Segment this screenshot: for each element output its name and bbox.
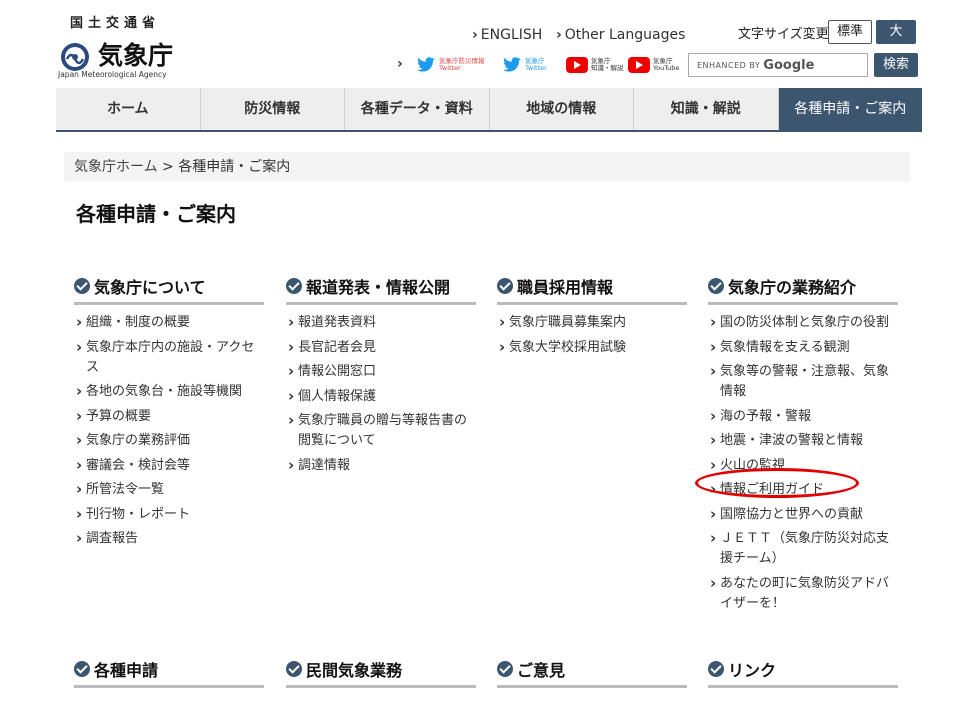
other-languages-link[interactable]: › Other Languages [556, 27, 685, 43]
list-item[interactable]: 各地の気象台・施設等機関 [74, 381, 264, 402]
list-item[interactable]: 気象大学校採用試験 [497, 337, 687, 358]
section-heading[interactable]: ご意見 [497, 657, 687, 688]
english-link[interactable]: › ENGLISH [472, 27, 542, 43]
agency-english-name: Japan Meteorological Agency [58, 70, 167, 79]
youtube-play-icon [566, 57, 588, 73]
list-item[interactable]: 国の防災体制と気象庁の役割 [708, 312, 898, 333]
check-circle-icon [497, 661, 513, 677]
list-item[interactable]: 組織・制度の概要 [74, 312, 264, 333]
section-jma-services: 気象庁の業務紹介 国の防災体制と気象庁の役割 気象情報を支える観測 気象等の警報… [708, 274, 898, 618]
check-circle-icon [286, 661, 302, 677]
list-item[interactable]: 気象庁職員募集案内 [497, 312, 687, 333]
nav-knowledge[interactable]: 知識・解説 [634, 88, 779, 130]
check-circle-icon [497, 278, 513, 294]
nav-applications[interactable]: 各種申請・ご案内 [778, 88, 922, 130]
list-item[interactable]: 気象庁本庁内の施設・アクセス [74, 337, 264, 378]
twitter-bird-icon [503, 57, 521, 72]
list-item[interactable]: 報道発表資料 [286, 312, 476, 333]
jma-youtube-link[interactable]: 気象庁 YouTube [628, 54, 679, 76]
section-heading[interactable]: リンク [708, 657, 898, 688]
font-size-large-button[interactable]: 大 [876, 20, 916, 44]
search-button[interactable]: 検索 [874, 53, 918, 77]
breadcrumb: 気象庁ホーム > 各種申請・ご案内 [64, 152, 910, 182]
google-logo: Google [763, 57, 815, 73]
section-private-weather: 民間気象業務 [286, 657, 476, 688]
list-item[interactable]: 情報公開窓口 [286, 361, 476, 382]
chevron-right-icon: › [556, 27, 562, 43]
check-circle-icon [286, 278, 302, 294]
list-item[interactable]: 調査報告 [74, 528, 264, 549]
font-size-label: 文字サイズ変更 [738, 27, 829, 42]
jma-bousai-twitter-link[interactable]: 気象庁防災情報 Twitter [416, 54, 485, 76]
section-heading[interactable]: 各種申請 [74, 657, 264, 688]
section-feedback: ご意見 [497, 657, 687, 688]
list-item[interactable]: 所管法令一覧 [74, 479, 264, 500]
nav-disaster-info[interactable]: 防災情報 [201, 88, 345, 130]
youtube-play-icon [628, 57, 650, 73]
list-item[interactable]: 気象等の警報・注意報、気象情報 [708, 361, 898, 402]
list-item[interactable]: 海の予報・警報 [708, 406, 898, 427]
nav-regional[interactable]: 地域の情報 [490, 88, 634, 130]
check-circle-icon [708, 661, 724, 677]
list-item[interactable]: ＪＥＴＴ（気象庁防災対応支援チーム） [708, 528, 898, 569]
section-applications: 各種申請 [74, 657, 264, 688]
ministry-name: 国土交通省 [70, 16, 161, 31]
list-item[interactable]: 刊行物・レポート [74, 504, 264, 525]
list-item[interactable]: 長官記者会見 [286, 337, 476, 358]
list-item[interactable]: 予算の概要 [74, 406, 264, 427]
site-header: 国土交通省 気象庁 Japan Meteorological Agency › E… [56, 8, 922, 88]
section-heading[interactable]: 報道発表・情報公開 [286, 274, 476, 305]
agency-name: 気象庁 [98, 41, 174, 70]
chevron-right-icon: › [397, 56, 403, 72]
section-about-jma: 気象庁について 組織・制度の概要 気象庁本庁内の施設・アクセス 各地の気象台・施… [74, 274, 264, 554]
jma-logo[interactable]: 国土交通省 気象庁 Japan Meteorological Agency [56, 8, 186, 84]
nav-home[interactable]: ホーム [56, 88, 201, 130]
check-circle-icon [74, 278, 90, 294]
twitter-bird-icon [417, 57, 435, 72]
breadcrumb-home-link[interactable]: 気象庁ホーム [74, 159, 158, 175]
global-nav: ホーム 防災情報 各種データ・資料 地域の情報 知識・解説 各種申請・ご案内 [56, 88, 922, 132]
section-recruitment: 職員採用情報 気象庁職員募集案内 気象大学校採用試験 [497, 274, 687, 362]
nav-data[interactable]: 各種データ・資料 [345, 88, 490, 130]
jma-twitter-link[interactable]: 気象庁 Twitter [502, 54, 547, 76]
list-item[interactable]: 国際協力と世界への貢献 [708, 504, 898, 525]
check-circle-icon [708, 278, 724, 294]
site-search-input[interactable]: ENHANCED BY Google [688, 53, 868, 77]
check-circle-icon [74, 661, 90, 677]
font-size-standard-button[interactable]: 標準 [828, 20, 872, 44]
breadcrumb-separator: > [162, 159, 174, 175]
jma-emblem-icon [61, 43, 89, 71]
list-item[interactable]: あなたの町に気象防災アドバイザーを！ [708, 573, 898, 614]
list-item[interactable]: 気象情報を支える観測 [708, 337, 898, 358]
list-item[interactable]: 個人情報保護 [286, 386, 476, 407]
list-item[interactable]: 調達情報 [286, 455, 476, 476]
breadcrumb-current: 各種申請・ご案内 [178, 159, 291, 175]
list-item[interactable]: 気象庁の業務評価 [74, 430, 264, 451]
info-usage-guide-link[interactable]: 情報ご利用ガイド [708, 479, 898, 500]
list-item[interactable]: 地震・津波の警報と情報 [708, 430, 898, 451]
list-item[interactable]: 火山の監視 [708, 455, 898, 476]
list-item[interactable]: 気象庁職員の贈与等報告書の閲覧について [286, 410, 476, 451]
section-heading[interactable]: 気象庁について [74, 274, 264, 305]
section-press-disclosure: 報道発表・情報公開 報道発表資料 長官記者会見 情報公開窓口 個人情報保護 気象… [286, 274, 476, 480]
section-heading[interactable]: 職員採用情報 [497, 274, 687, 305]
section-links: リンク [708, 657, 898, 688]
jma-youtube-knowledge-link[interactable]: 気象庁 知識・解説 [566, 54, 624, 76]
page-title: 各種申請・ご案内 [76, 202, 236, 226]
chevron-right-icon: › [472, 27, 478, 43]
section-heading[interactable]: 気象庁の業務紹介 [708, 274, 898, 305]
list-item[interactable]: 審議会・検討会等 [74, 455, 264, 476]
section-heading[interactable]: 民間気象業務 [286, 657, 476, 688]
